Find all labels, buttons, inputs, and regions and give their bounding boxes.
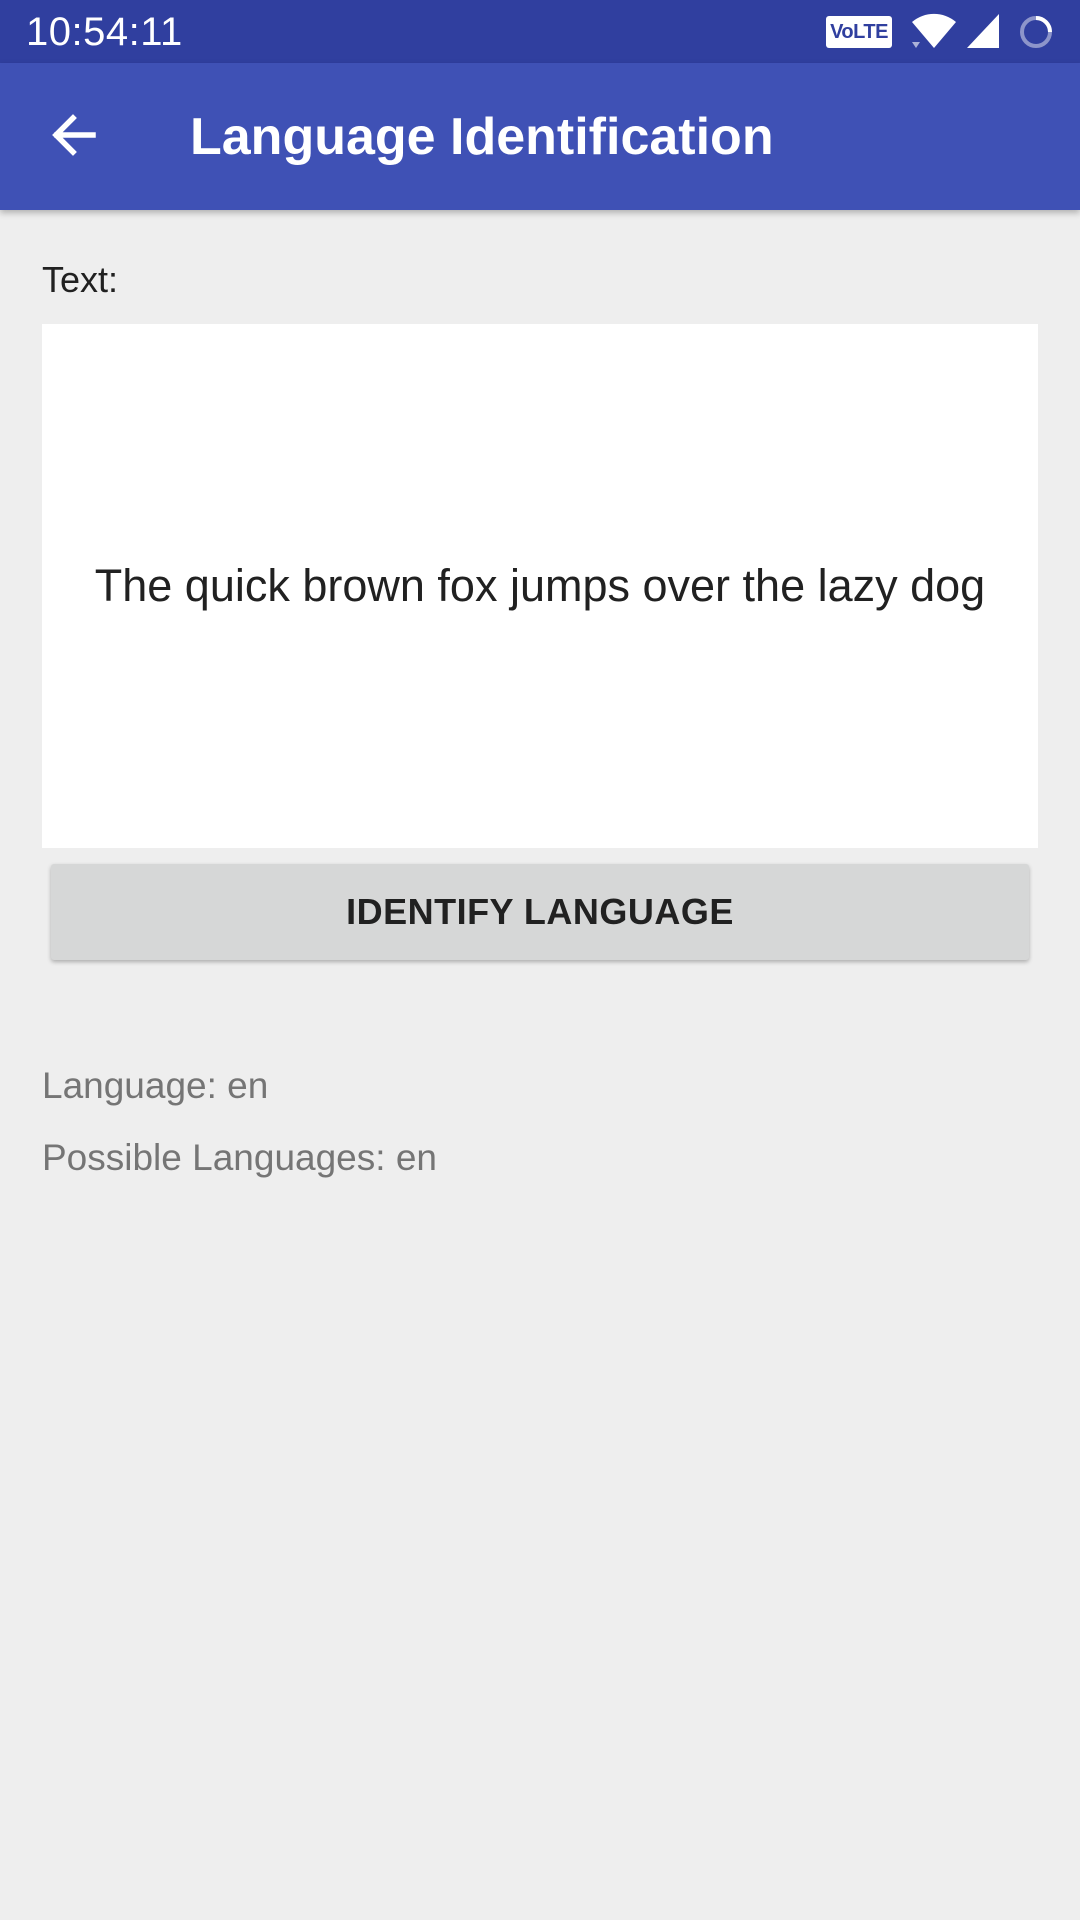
back-button[interactable]	[36, 99, 112, 175]
language-result: Language: en	[42, 1065, 269, 1106]
wifi-icon	[910, 12, 958, 55]
arrow-back-icon	[49, 110, 99, 165]
battery-ring-icon	[1016, 12, 1056, 57]
text-input[interactable]: The quick brown fox jumps over the lazy …	[42, 324, 1038, 848]
status-bar: 10:54:11 VoLTE	[0, 0, 1080, 63]
signal-icon	[965, 12, 1001, 55]
page-title: Language Identification	[190, 108, 774, 166]
possible-languages-result: Possible Languages: en	[42, 1137, 437, 1178]
app-bar: Language Identification	[0, 63, 1080, 210]
status-time: 10:54:11	[26, 10, 183, 54]
identify-language-button[interactable]: IDENTIFY LANGUAGE	[51, 864, 1029, 960]
volte-icon: VoLTE	[826, 16, 892, 48]
text-input-value: The quick brown fox jumps over the lazy …	[94, 560, 986, 611]
text-label: Text:	[42, 259, 119, 300]
